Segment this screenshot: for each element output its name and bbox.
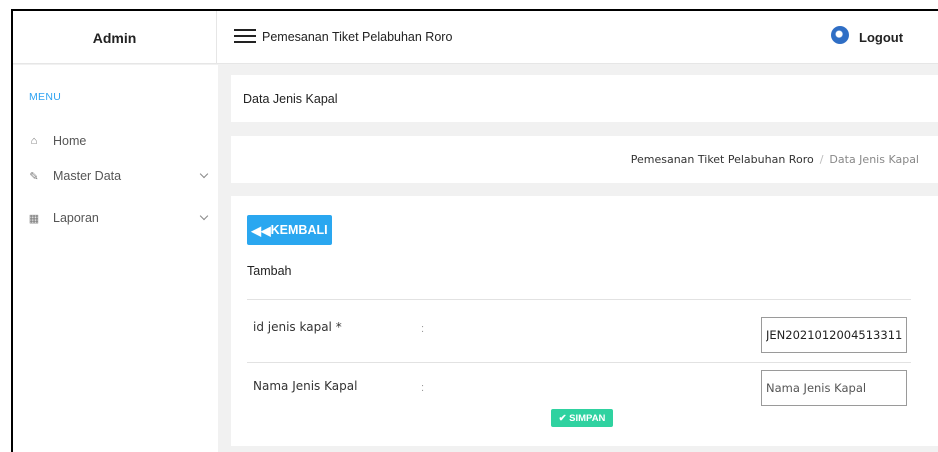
menu-header: MENU — [29, 91, 62, 103]
home-icon: ⌂ — [30, 135, 38, 147]
sidebar-item-label: Master Data — [53, 169, 122, 183]
field-colon: : — [421, 382, 425, 394]
field-colon: : — [421, 323, 425, 335]
form-title: Tambah — [247, 264, 292, 278]
user-avatar-icon — [831, 26, 849, 44]
nama-jenis-kapal-input[interactable] — [761, 370, 907, 406]
checkmark-icon: ✔ — [558, 412, 570, 424]
calendar-icon: ▦ — [28, 212, 40, 225]
page-title: Data Jenis Kapal — [243, 92, 338, 106]
save-button-label: SIMPAN — [569, 412, 606, 424]
divider — [247, 299, 911, 300]
form-card: ◀◀KEMBALI Tambah id jenis kapal * : Nama… — [231, 196, 938, 446]
field-label-nama-jenis-kapal: Nama Jenis Kapal — [253, 379, 358, 393]
divider — [247, 362, 911, 363]
brand-title: Admin — [13, 11, 217, 64]
sidebar-item-laporan[interactable]: ▦ Laporan — [27, 208, 209, 228]
breadcrumb-card: Pemesanan Tiket Pelabuhan Roro / Data Jeni… — [231, 136, 938, 183]
sidebar: MENU ⌂ Home ✎ Master Data ▦ Laporan — [13, 65, 218, 452]
edit-icon: ✎ — [29, 170, 39, 183]
sidebar-item-master-data[interactable]: ✎ Master Data — [27, 166, 209, 186]
field-label-id-jenis-kapal: id jenis kapal * — [253, 320, 342, 334]
sidebar-item-label: Laporan — [53, 211, 99, 225]
save-button[interactable]: ✔ SIMPAN — [551, 409, 613, 427]
breadcrumb-separator: / — [819, 153, 824, 166]
page-title-card: Data Jenis Kapal — [231, 75, 938, 122]
logout-link[interactable]: Logout — [859, 30, 903, 45]
sidebar-item-label: Home — [53, 134, 87, 148]
breadcrumb: Pemesanan Tiket Pelabuhan Roro / Data Jeni… — [631, 153, 919, 166]
id-jenis-kapal-input[interactable] — [761, 317, 907, 353]
back-button[interactable]: ◀◀ KEMBALI — [247, 215, 332, 245]
app-window: Admin Pemesanan Tiket Pelabuhan Roro Log… — [11, 9, 938, 452]
top-bar: Admin Pemesanan Tiket Pelabuhan Roro Log… — [13, 11, 938, 64]
chevron-down-icon — [199, 211, 209, 221]
breadcrumb-current: Data Jenis Kapal — [829, 153, 919, 166]
back-button-label: KEMBALI — [270, 223, 328, 237]
hamburger-menu-icon[interactable] — [234, 28, 256, 44]
app-title: Pemesanan Tiket Pelabuhan Roro — [262, 30, 453, 44]
sidebar-item-home[interactable]: ⌂ Home — [27, 131, 207, 151]
breadcrumb-parent[interactable]: Pemesanan Tiket Pelabuhan Roro — [631, 153, 814, 166]
chevron-down-icon — [199, 169, 209, 179]
double-chevron-left-icon: ◀◀ — [251, 223, 271, 238]
